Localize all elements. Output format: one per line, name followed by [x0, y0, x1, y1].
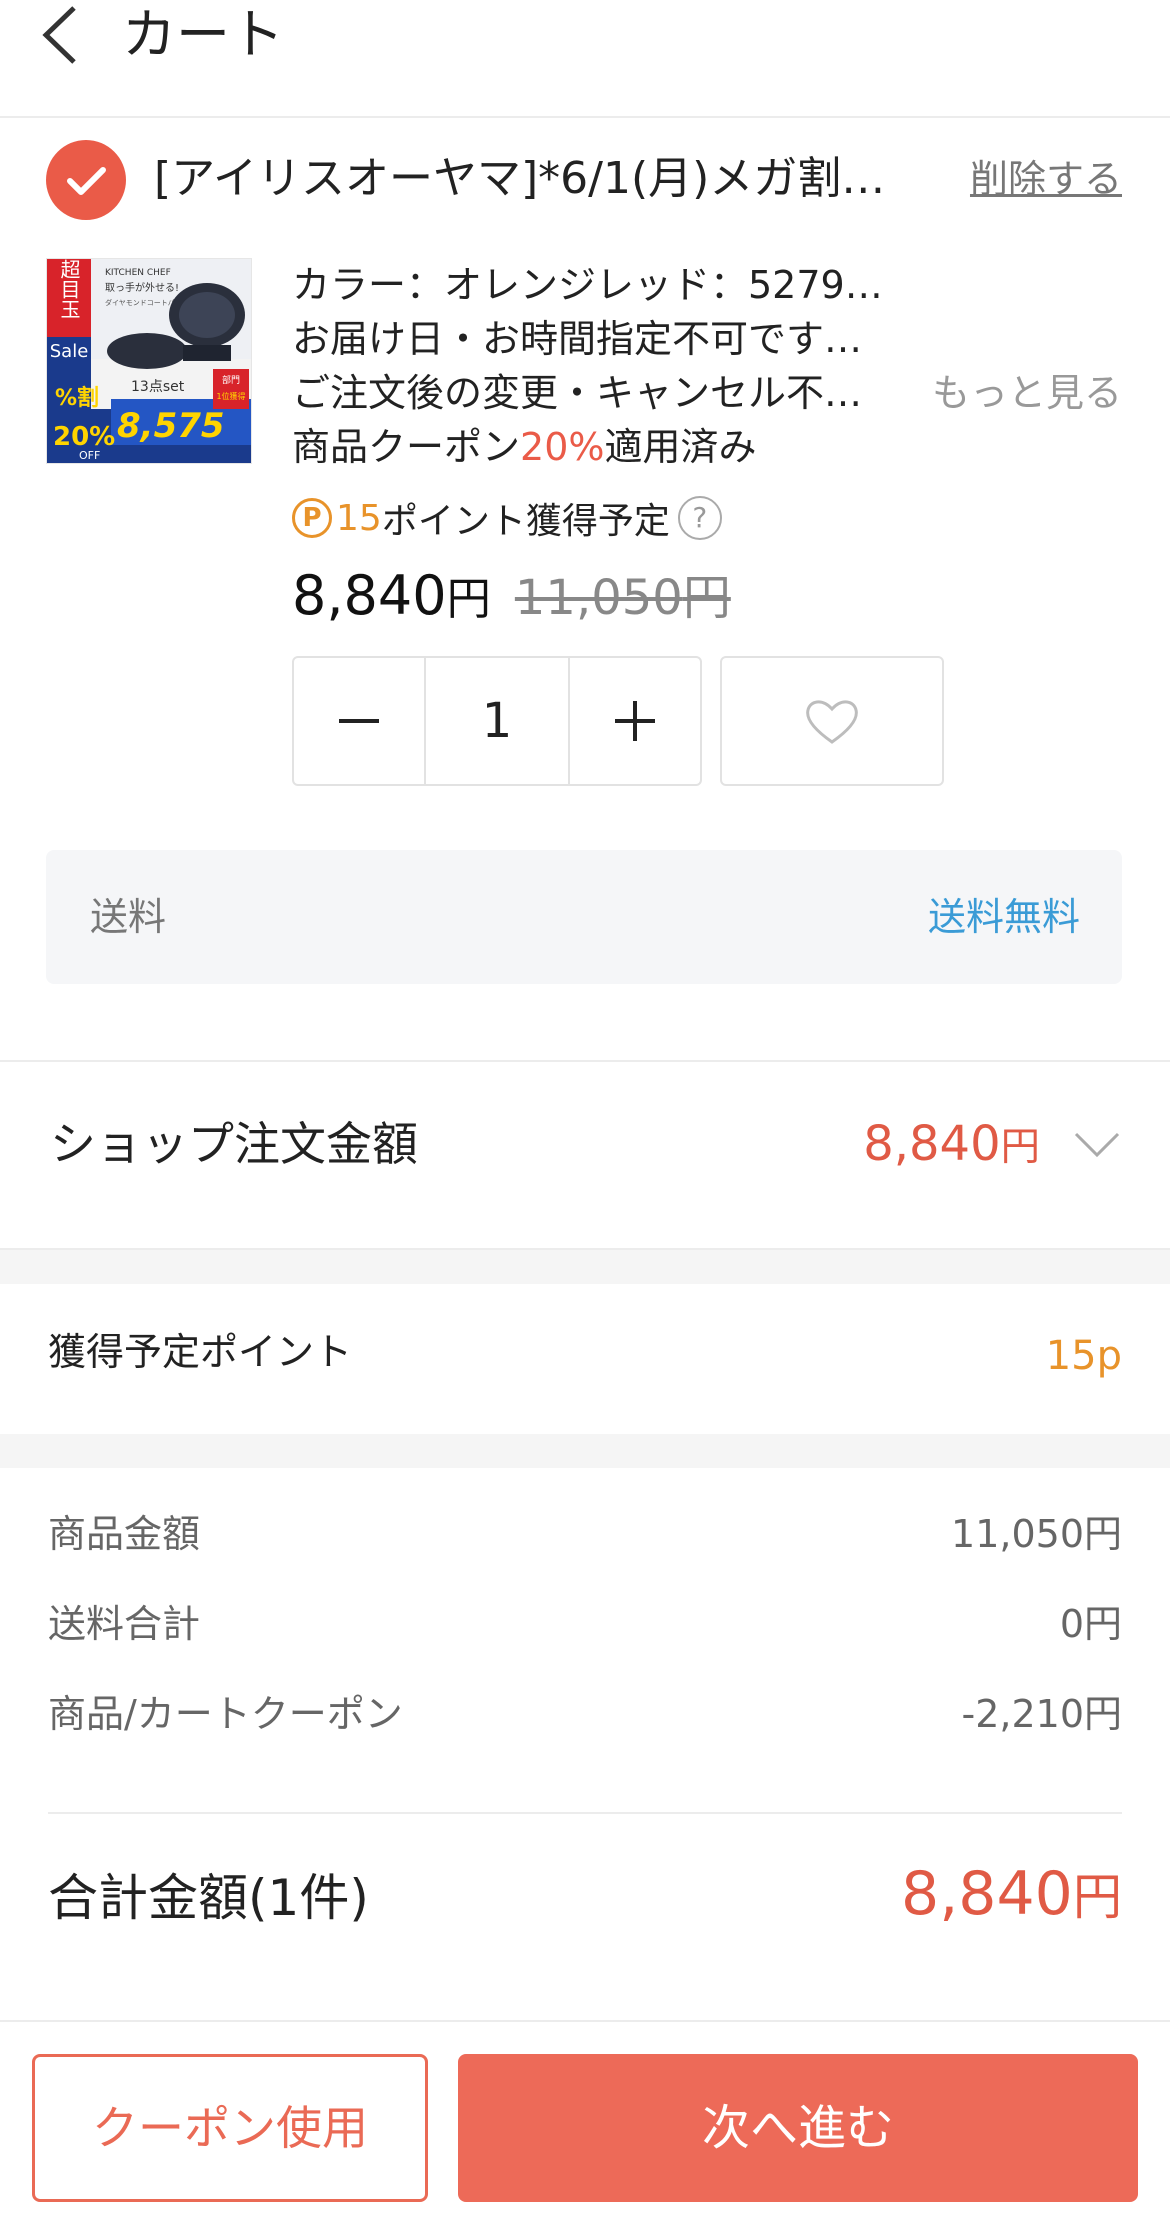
next-button[interactable]: 次へ進む	[458, 2054, 1138, 2202]
divider	[48, 1812, 1122, 1814]
heart-icon	[806, 700, 858, 744]
original-price-unit: 円	[682, 570, 731, 626]
product-option-delivery: お届け日・お時間指定不可です…	[292, 317, 863, 361]
total-label: 合計金額(1件)	[48, 1869, 369, 1927]
summary-value: 0円	[1059, 1602, 1122, 1646]
image-rank-title: 部門	[222, 374, 240, 386]
shop-order-label: ショップ注文金額	[50, 1117, 418, 1171]
total-amount: 8,840円	[901, 1854, 1122, 1937]
summary-row: 商品金額 11,050円	[48, 1504, 1122, 1564]
product-option-notice: ご注文後の変更・キャンセル不…	[292, 371, 863, 415]
image-badge-sale: Sale	[50, 341, 89, 362]
shop-order-amount: 8,840円	[863, 1100, 1040, 1191]
shipping-box: 送料 送料無料	[46, 850, 1122, 984]
favorite-button[interactable]	[720, 656, 944, 786]
shop-row: [アイリスオーヤマ]*6/1(月)メガ割… 削除する	[0, 136, 1170, 222]
header: カート	[0, 0, 1170, 118]
quantity-stepper: 1	[292, 656, 702, 786]
image-brand: KITCHEN CHEF	[105, 268, 171, 278]
points-summary-value: 15p	[1045, 1333, 1122, 1379]
help-icon[interactable]: ?	[677, 496, 722, 540]
product-option-color: カラー：オレンジレッド：5279…	[292, 263, 883, 307]
bottom-action-bar: クーポン使用 次へ進む	[0, 2020, 1170, 2227]
summary-value: 11,050円	[951, 1512, 1122, 1556]
shop-order-amount-unit: 円	[1000, 1124, 1040, 1170]
summary-label: 送料合計	[48, 1602, 201, 1646]
points-text: ポイント獲得予定	[381, 501, 670, 542]
image-badge-discount-prefix: %割	[55, 385, 99, 411]
points-icon: P	[292, 498, 332, 538]
summary-row: 商品/カートクーポン -2,210円	[48, 1684, 1122, 1744]
image-badge-discount: 20%	[53, 422, 115, 452]
plus-icon	[615, 701, 655, 741]
image-sub: ダイヤモンドコートパン	[105, 298, 182, 307]
quantity-value[interactable]: 1	[424, 658, 570, 784]
product-image[interactable]: 超目玉 Sale %割 20% OFF KITCHEN CHEF 取っ手が外せる…	[46, 258, 252, 464]
current-price-value: 8,840	[292, 564, 447, 627]
delete-link[interactable]: 削除する	[970, 136, 1122, 222]
shop-order-amount-value: 8,840	[863, 1116, 1001, 1172]
image-price: 8,575	[117, 406, 225, 446]
show-more-link[interactable]: もっと見る	[932, 366, 1122, 420]
current-price: 8,840円	[292, 563, 491, 627]
image-badge-super: 超目玉	[57, 259, 81, 319]
decrease-quantity-button[interactable]	[294, 658, 424, 784]
increase-quantity-button[interactable]	[570, 658, 700, 784]
chevron-left-icon[interactable]	[38, 2, 88, 68]
price-line: 8,840円 11,050円	[292, 558, 731, 628]
coupon-percent: 20%	[520, 425, 605, 469]
minus-icon	[339, 719, 379, 723]
checkmark-icon[interactable]	[46, 140, 126, 220]
coupon-prefix: 商品クーポン	[292, 425, 521, 469]
original-price-value: 11,050	[514, 570, 683, 626]
points-summary-label: 獲得予定ポイント	[48, 1330, 353, 1374]
section-gap	[0, 1250, 1170, 1284]
summary-row: 送料合計 0円	[48, 1594, 1122, 1654]
shipping-value: 送料無料	[927, 895, 1080, 939]
image-headline: 取っ手が外せる!	[105, 281, 179, 294]
shipping-label: 送料	[90, 895, 167, 939]
summary-label: 商品/カートクーポン	[48, 1692, 403, 1736]
points-earned-line: P 15 ポイント獲得予定 ?	[292, 490, 722, 546]
shop-name[interactable]: [アイリスオーヤマ]*6/1(月)メガ割…	[154, 136, 934, 222]
image-set-label: 13点set	[131, 379, 185, 395]
divider	[0, 1060, 1170, 1062]
original-price: 11,050円	[515, 558, 731, 628]
chevron-down-icon[interactable]	[1072, 1124, 1122, 1164]
summary-value: -2,210円	[961, 1692, 1123, 1736]
coupon-suffix: 適用済み	[604, 425, 757, 469]
total-amount-value: 8,840	[901, 1859, 1073, 1929]
coupon-applied-line: 商品クーポン20%適用済み	[292, 420, 757, 474]
page-title: カート	[122, 3, 284, 66]
section-gap	[0, 1434, 1170, 1468]
image-badge-off: OFF	[79, 449, 100, 462]
use-coupon-button[interactable]: クーポン使用	[32, 2054, 428, 2202]
points-value: 15	[336, 497, 382, 539]
current-price-unit: 円	[446, 574, 491, 625]
summary-label: 商品金額	[48, 1512, 201, 1556]
total-amount-unit: 円	[1072, 1868, 1122, 1926]
image-rank-text: 1位獲得	[216, 391, 245, 401]
